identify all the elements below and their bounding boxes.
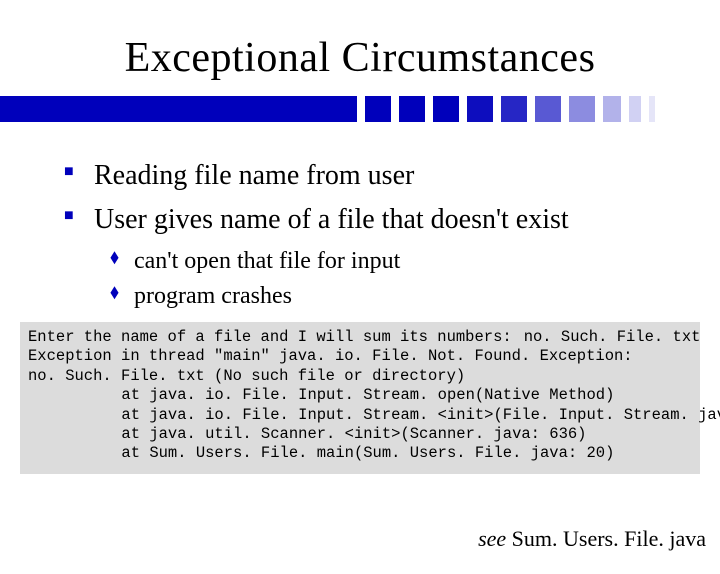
footer-see: see	[478, 526, 506, 551]
slide-title: Exceptional Circumstances	[0, 34, 720, 82]
bullet-lvl1: User gives name of a file that doesn't e…	[58, 202, 680, 238]
footer-filename: Sum. Users. File. java	[512, 526, 706, 551]
console-user-input: no. Such. File. txt	[524, 328, 701, 346]
trace-line: Sum. Users. File. main(Sum. Users. File.…	[149, 444, 614, 462]
console-output: Enter the name of a file and I will sum …	[20, 322, 700, 474]
trace-at: at	[28, 406, 140, 425]
bullet-lvl1: Reading file name from user	[58, 158, 680, 194]
trace-at: at	[28, 386, 140, 405]
trace-line: java. io. File. Input. Stream. <init>(Fi…	[149, 406, 720, 424]
bullet-lvl2: can't open that file for input	[58, 246, 680, 277]
bullet-lvl2: program crashes	[58, 281, 680, 312]
console-line: Exception in thread "main" java. io. Fil…	[28, 347, 633, 365]
footer-reference: see Sum. Users. File. java	[478, 526, 706, 552]
trace-at: at	[28, 444, 140, 463]
trace-at: at	[28, 425, 140, 444]
body-content: Reading file name from user User gives n…	[0, 158, 720, 312]
trace-line: java. io. File. Input. Stream. open(Nati…	[149, 386, 614, 404]
console-prompt: Enter the name of a file and I will sum …	[28, 328, 512, 346]
console-line: no. Such. File. txt (No such file or dir…	[28, 367, 465, 385]
trace-line: java. util. Scanner. <init>(Scanner. jav…	[149, 425, 586, 443]
title-stripe	[0, 96, 720, 122]
